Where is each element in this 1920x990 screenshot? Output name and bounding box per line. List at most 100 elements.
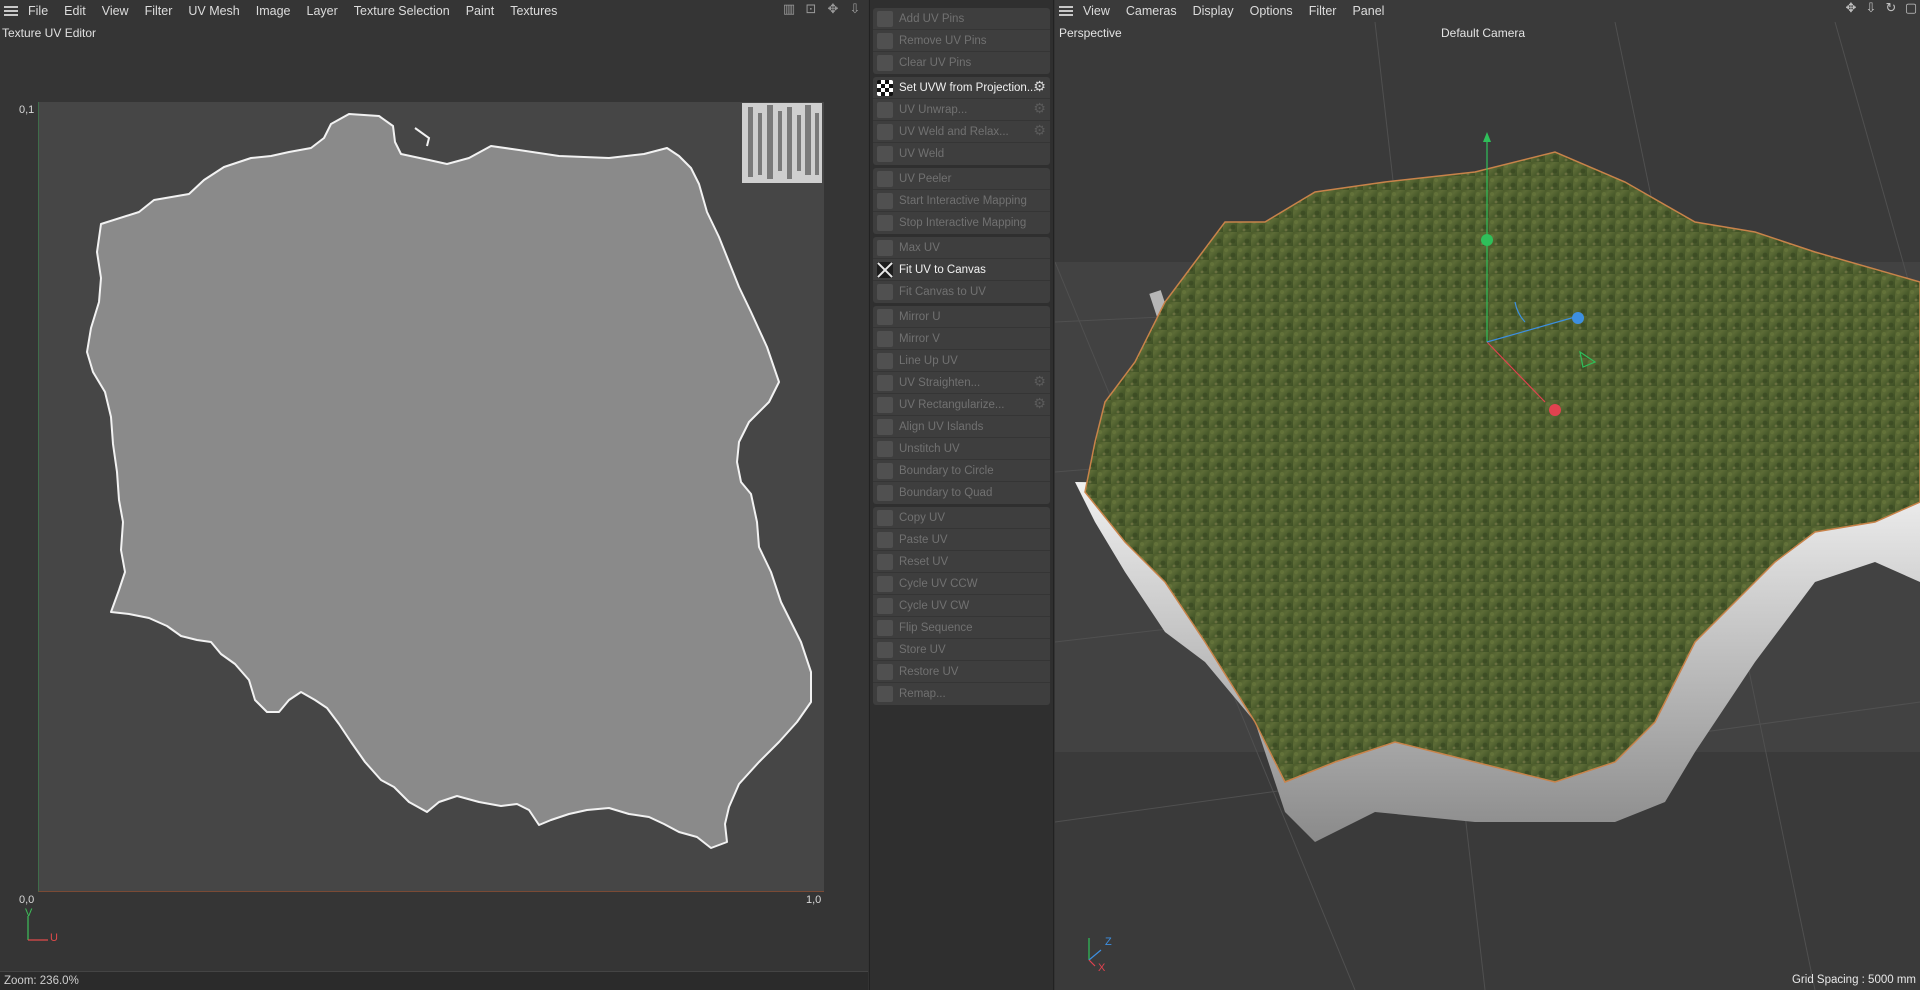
viewport-projection-label: Perspective: [1059, 26, 1122, 40]
vp-menu-display[interactable]: Display: [1185, 0, 1242, 22]
command-uv-unwrap[interactable]: UV Unwrap... ⚙: [873, 99, 1050, 121]
align-uv-islands-icon: [877, 418, 893, 435]
command-label: Reset UV: [899, 555, 949, 568]
cycle-uv-cw-icon: [877, 597, 893, 614]
command-flip-sequence[interactable]: Flip Sequence: [873, 617, 1050, 639]
command-label: Align UV Islands: [899, 420, 984, 433]
command-label: Stop Interactive Mapping: [899, 217, 1027, 229]
command-restore-uv[interactable]: Restore UV: [873, 661, 1050, 683]
command-label: Remove UV Pins: [899, 34, 987, 47]
panel-title: Texture UV Editor: [2, 26, 97, 40]
mirror-v-icon: [877, 330, 893, 347]
command-label: UV Weld and Relax...: [899, 125, 1009, 138]
command-align-uv-islands[interactable]: Align UV Islands: [873, 416, 1050, 438]
command-uv-straighten[interactable]: UV Straighten... ⚙: [873, 372, 1050, 394]
menu-image[interactable]: Image: [248, 0, 299, 22]
menu-edit[interactable]: Edit: [56, 0, 94, 22]
menu-filter[interactable]: Filter: [137, 0, 181, 22]
command-mirror-u[interactable]: Mirror U: [873, 306, 1050, 328]
command-label: Boundary to Circle: [899, 464, 994, 477]
command-uv-peeler[interactable]: UV Peeler: [873, 168, 1050, 190]
menu-uv-mesh[interactable]: UV Mesh: [180, 0, 247, 22]
histogram-icon[interactable]: ▥: [782, 3, 796, 17]
command-add-uv-pins[interactable]: Add UV Pins: [873, 8, 1050, 30]
vp-menu-view[interactable]: View: [1079, 0, 1118, 22]
move-icon[interactable]: ✥: [826, 3, 840, 17]
rotate-view-icon[interactable]: ↻: [1884, 2, 1898, 16]
fit-uv-to-canvas-icon: [877, 261, 893, 278]
command-remove-uv-pins[interactable]: Remove UV Pins: [873, 30, 1050, 52]
command-label: Add UV Pins: [899, 12, 965, 25]
menu-file[interactable]: File: [24, 0, 56, 22]
command-store-uv[interactable]: Store UV: [873, 639, 1050, 661]
command-stop-interactive-mapping[interactable]: Stop Interactive Mapping: [873, 212, 1050, 234]
command-remap[interactable]: Remap...: [873, 683, 1050, 705]
maximize-icon[interactable]: ▢: [1904, 2, 1918, 16]
command-clear-uv-pins[interactable]: Clear UV Pins: [873, 52, 1050, 74]
lock-icon[interactable]: ⊡: [804, 3, 818, 17]
menu-layer[interactable]: Layer: [299, 0, 346, 22]
viewport-scene[interactable]: [1055, 22, 1920, 990]
uv-canvas[interactable]: [38, 102, 824, 892]
viewport-hamburger-icon[interactable]: [1059, 6, 1073, 16]
gear-icon[interactable]: ⚙: [1032, 124, 1047, 139]
fit-canvas-to-uv-icon: [877, 284, 893, 300]
command-paste-uv[interactable]: Paste UV: [873, 529, 1050, 551]
move-view-icon[interactable]: ✥: [1844, 2, 1858, 16]
command-max-uv[interactable]: Max UV: [873, 237, 1050, 259]
menu-paint[interactable]: Paint: [458, 0, 503, 22]
command-reset-uv[interactable]: Reset UV: [873, 551, 1050, 573]
command-boundary-to-quad[interactable]: Boundary to Quad: [873, 482, 1050, 504]
gear-icon[interactable]: ⚙: [1032, 80, 1047, 95]
command-set-uvw-from-projection[interactable]: Set UVW from Projection... ⚙: [873, 77, 1050, 99]
command-label: Line Up UV: [899, 354, 958, 367]
command-label: Mirror U: [899, 310, 941, 323]
viewport-camera-label[interactable]: Default Camera: [1441, 26, 1525, 40]
command-uv-weld[interactable]: UV Weld: [873, 143, 1050, 165]
pan-icon[interactable]: ⇩: [1864, 2, 1878, 16]
vp-menu-cameras[interactable]: Cameras: [1118, 0, 1185, 22]
vp-menu-filter[interactable]: Filter: [1301, 0, 1345, 22]
command-group: Add UV Pins Remove UV Pins Clear UV Pins: [873, 8, 1050, 74]
uv-editor-hamburger-icon[interactable]: [4, 6, 18, 16]
command-copy-uv[interactable]: Copy UV: [873, 507, 1050, 529]
command-label: Fit Canvas to UV: [899, 286, 986, 298]
flip-sequence-icon: [877, 619, 893, 636]
anchor-icon[interactable]: ⇩: [848, 3, 862, 17]
uv-gizmo-u-label: U: [50, 932, 58, 944]
command-label: UV Peeler: [899, 172, 952, 185]
menu-texture-selection[interactable]: Texture Selection: [346, 0, 458, 22]
menu-textures[interactable]: Textures: [502, 0, 565, 22]
start-interactive-mapping-icon: [877, 192, 893, 209]
gear-icon[interactable]: ⚙: [1032, 375, 1047, 390]
zoom-readout: Zoom: 236.0%: [4, 975, 79, 987]
uv-island-shape[interactable]: [39, 102, 825, 892]
command-mirror-v[interactable]: Mirror V: [873, 328, 1050, 350]
menu-view[interactable]: View: [94, 0, 137, 22]
command-group: Mirror U Mirror V Line Up UV UV Straighten.…: [873, 306, 1050, 504]
command-unstitch-uv[interactable]: Unstitch UV: [873, 438, 1050, 460]
clear-uv-pins-icon: [877, 55, 893, 71]
vp-menu-options[interactable]: Options: [1242, 0, 1301, 22]
uv-axis-label-bottom-right: 1,0: [806, 894, 822, 906]
command-label: UV Straighten...: [899, 376, 981, 389]
set-uvw-from-projection-icon: [877, 79, 893, 96]
command-fit-canvas-to-uv[interactable]: Fit Canvas to UV: [873, 281, 1050, 303]
gear-icon[interactable]: ⚙: [1032, 102, 1047, 117]
boundary-to-circle-icon: [877, 462, 893, 479]
command-fit-uv-to-canvas[interactable]: Fit UV to Canvas: [873, 259, 1050, 281]
command-boundary-to-circle[interactable]: Boundary to Circle: [873, 460, 1050, 482]
command-cycle-uv-ccw[interactable]: Cycle UV CCW: [873, 573, 1050, 595]
max-uv-icon: [877, 239, 893, 256]
command-label: UV Rectangularize...: [899, 398, 1005, 411]
vp-menu-panel[interactable]: Panel: [1344, 0, 1392, 22]
command-line-up-uv[interactable]: Line Up UV: [873, 350, 1050, 372]
command-start-interactive-mapping[interactable]: Start Interactive Mapping: [873, 190, 1050, 212]
perspective-viewport[interactable]: View Cameras Display Options Filter Pane…: [1055, 0, 1920, 990]
command-label: UV Unwrap...: [899, 103, 968, 116]
restore-uv-icon: [877, 663, 893, 680]
command-uv-rectangularize[interactable]: UV Rectangularize... ⚙: [873, 394, 1050, 416]
command-uv-weld-and-relax[interactable]: UV Weld and Relax... ⚙: [873, 121, 1050, 143]
command-cycle-uv-cw[interactable]: Cycle UV CW: [873, 595, 1050, 617]
gear-icon[interactable]: ⚙: [1032, 397, 1047, 412]
